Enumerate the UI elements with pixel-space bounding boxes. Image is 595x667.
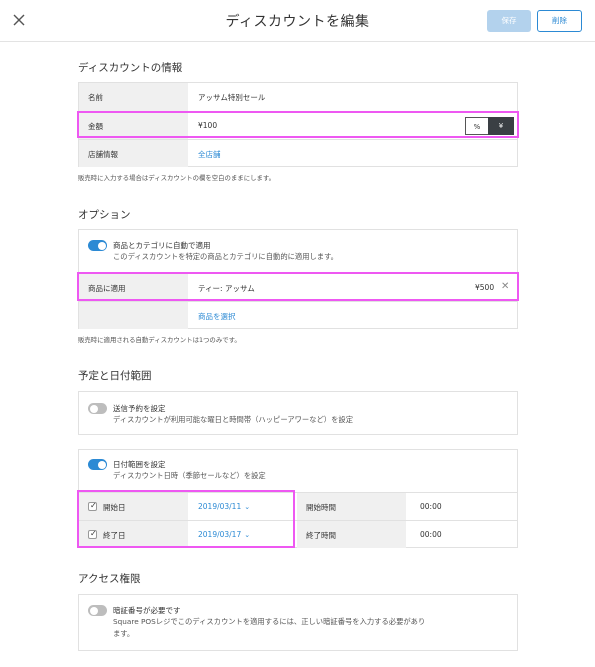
apply-to-items-label: 商品に適用 <box>88 284 126 293</box>
store-row[interactable]: 店舗情報 全店舗 <box>79 139 517 167</box>
discount-info-panel: 名前 アッサム特別セール 金額 ¥100 % ¥ 店舗情報 全店舗 <box>78 82 518 167</box>
yen-toggle-button[interactable]: ¥ <box>488 117 514 135</box>
amount-label: 金額 <box>88 122 103 131</box>
schedule-title: 送信予約を設定 <box>113 404 166 413</box>
options-hint: 販売時に適用される自動ディスカウントは1つのみです。 <box>78 336 241 344</box>
schedule-toggle[interactable] <box>88 403 107 414</box>
end-time-label: 終了時間 <box>306 531 336 540</box>
auto-apply-title: 商品とカテゴリに自動で適用 <box>113 241 211 250</box>
amount-field[interactable]: ¥100 <box>198 121 217 130</box>
date-range-toggle[interactable] <box>88 459 107 470</box>
store-label: 店舗情報 <box>88 150 118 159</box>
delete-button[interactable]: 削除 <box>537 10 582 32</box>
select-items-link[interactable]: 商品を選択 <box>198 311 236 322</box>
pin-required-toggle[interactable] <box>88 605 107 616</box>
name-row[interactable]: 名前 アッサム特別セール <box>79 83 517 111</box>
applied-item-row: 商品に適用 ティー: アッサム ¥500 ✕ <box>79 273 517 301</box>
scheduled-panel: 送信予約を設定 ディスカウントが利用可能な曜日と時間帯（ハッピーアワーなど）を設… <box>78 391 518 435</box>
name-field[interactable]: アッサム特別セール <box>198 92 265 103</box>
chevron-down-icon: ⌄ <box>244 503 251 511</box>
chevron-down-icon: ⌄ <box>244 531 251 539</box>
end-row: ✓ 終了日 2019/03/17 ⌄ 終了時間 00:00 <box>79 520 517 548</box>
select-items-row: 商品を選択 <box>79 301 517 329</box>
applied-item-price: ¥500 <box>475 283 495 292</box>
end-date-label: 終了日 <box>103 531 126 540</box>
access-heading: アクセス権限 <box>78 573 141 585</box>
end-time-field[interactable]: 00:00 <box>420 530 442 539</box>
schedule-heading: 予定と日付範囲 <box>78 370 152 382</box>
name-label: 名前 <box>88 93 103 102</box>
start-time-field[interactable]: 00:00 <box>420 502 442 511</box>
pin-required-description: Square POSレジでこのディスカウントを適用するには、正しい暗証番号を入力… <box>113 617 426 626</box>
save-button[interactable]: 保存 <box>487 10 531 32</box>
start-date-checkbox[interactable]: ✓ <box>88 501 97 511</box>
end-date-picker[interactable]: 2019/03/17 ⌄ <box>198 530 250 539</box>
date-range-title: 日付範囲を設定 <box>113 460 166 469</box>
schedule-description: ディスカウントが利用可能な曜日と時間帯（ハッピーアワーなど）を設定 <box>113 415 353 424</box>
options-panel: 商品とカテゴリに自動で適用 このディスカウントを特定の商品とカテゴリに自動的に適… <box>78 229 518 329</box>
percent-toggle-button[interactable]: % <box>465 117 489 135</box>
start-time-label: 開始時間 <box>306 503 336 512</box>
remove-item-icon[interactable]: ✕ <box>501 281 509 292</box>
end-date-checkbox[interactable]: ✓ <box>88 529 97 539</box>
access-panel: 暗証番号が必要です Square POSレジでこのディスカウントを適用するには、… <box>78 594 518 651</box>
auto-apply-description: このディスカウントを特定の商品とカテゴリに自動的に適用します。 <box>113 252 338 261</box>
store-link[interactable]: 全店舗 <box>198 149 221 160</box>
pin-required-title: 暗証番号が必要です <box>113 606 181 615</box>
pin-required-description-cont: ます。 <box>113 629 135 638</box>
discount-info-heading: ディスカウントの情報 <box>78 62 183 74</box>
date-range-panel: 日付範囲を設定 ディスカウント日時（季節セールなど）を設定 ✓ 開始日 2019… <box>78 449 518 548</box>
date-range-description: ディスカウント日時（季節セールなど）を設定 <box>113 471 266 480</box>
start-date-label: 開始日 <box>103 503 126 512</box>
applied-item-name: ティー: アッサム <box>198 284 255 293</box>
start-date-picker[interactable]: 2019/03/11 ⌄ <box>198 502 250 511</box>
discount-info-hint: 販売時に入力する場合はディスカウントの欄を空白のままにします。 <box>78 174 276 182</box>
start-row: ✓ 開始日 2019/03/11 ⌄ 開始時間 00:00 <box>79 492 517 520</box>
top-bar: ディスカウントを編集 保存 削除 <box>0 0 595 42</box>
auto-apply-toggle[interactable] <box>88 240 107 251</box>
amount-row[interactable]: 金額 ¥100 % ¥ <box>79 111 517 139</box>
options-heading: オプション <box>78 209 131 221</box>
